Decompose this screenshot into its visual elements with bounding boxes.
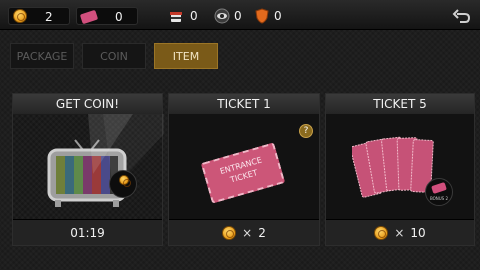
price-value: 10	[410, 226, 426, 240]
coin-badge	[109, 170, 137, 198]
stat-shield: 0	[254, 7, 288, 25]
ticket-1-price: × 2	[169, 220, 319, 246]
tab-coin[interactable]: COIN	[82, 43, 146, 69]
back-arrow-icon	[452, 9, 471, 23]
card-title: TICKET 1	[169, 94, 319, 114]
stat-eye: 0	[214, 7, 248, 25]
coin-count: 2	[45, 10, 53, 24]
price-value: 2	[258, 226, 266, 240]
help-icon[interactable]: ?	[299, 124, 313, 138]
ticket-1-card[interactable]: TICKET 1 ? ENTRANCE TICKET × 2	[168, 93, 320, 246]
coin-balance[interactable]: 2	[8, 7, 70, 25]
back-button[interactable]	[452, 6, 472, 26]
ticket-count: 0	[115, 10, 123, 24]
card-footer: 01:19	[13, 219, 162, 245]
tab-package[interactable]: PACKAGE	[10, 43, 74, 69]
tab-item[interactable]: ITEM	[154, 43, 218, 69]
stat-cup-value: 0	[190, 9, 198, 23]
multiply-sign: ×	[394, 226, 405, 240]
ticket-icon	[79, 9, 99, 25]
noodle-cup-icon	[170, 12, 182, 22]
multiply-sign: ×	[242, 226, 253, 240]
bonus-label: BONUS 2	[429, 196, 449, 201]
stat-cup: 0	[168, 7, 202, 25]
ticket-5-price: × 10	[326, 220, 474, 246]
top-bar: 2 0 0 0 0	[0, 0, 480, 30]
card-footer[interactable]: × 2	[169, 219, 319, 245]
shield-icon	[255, 8, 269, 24]
stat-eye-value: 0	[234, 9, 242, 23]
stat-shield-value: 0	[274, 9, 282, 23]
coin-icon	[13, 9, 27, 23]
ticket-5-card[interactable]: TICKET 5 BONUS 2 × 10	[325, 93, 475, 246]
coin-icon	[222, 226, 237, 240]
card-title: GET COIN!	[13, 94, 162, 114]
coin-icon	[119, 175, 131, 187]
coin-icon	[374, 226, 389, 240]
coin-timer: 01:19	[70, 226, 105, 240]
card-footer[interactable]: × 10	[326, 219, 474, 245]
eye-icon	[214, 8, 230, 24]
card-body	[13, 114, 164, 221]
ticket-balance[interactable]: 0	[76, 7, 138, 25]
shine-overlay	[88, 114, 164, 189]
bonus-badge: BONUS 2	[425, 178, 453, 206]
card-title: TICKET 5	[326, 94, 474, 114]
get-coin-card[interactable]: GET COIN! 01:19	[12, 93, 164, 246]
ticket-icon	[431, 182, 447, 194]
